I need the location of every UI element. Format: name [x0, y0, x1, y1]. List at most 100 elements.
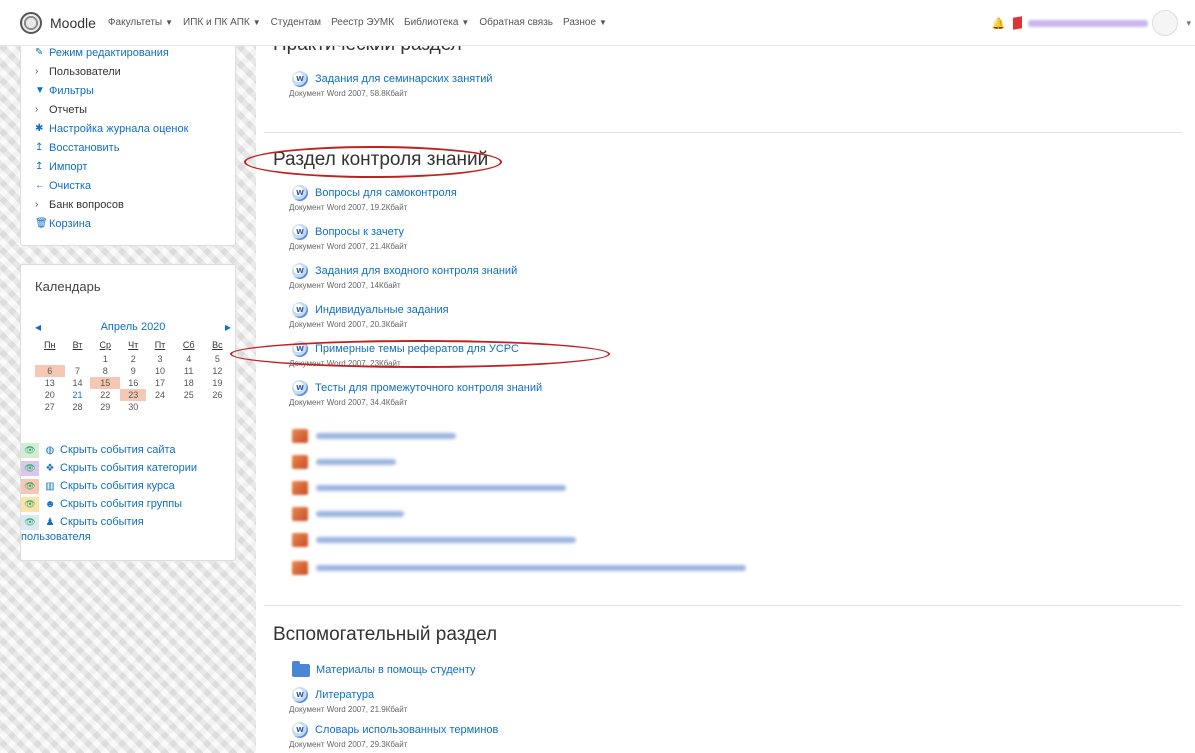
messages-flag-icon[interactable] — [1013, 16, 1023, 30]
calendar-day[interactable]: 7 — [65, 365, 91, 377]
notification-bell-icon[interactable]: 🔔 — [992, 17, 1006, 30]
calendar-day[interactable]: 30 — [120, 401, 146, 413]
activity-link[interactable]: Словарь использованных терминов — [315, 724, 498, 736]
admin-menu-item[interactable]: ↥ Импорт — [35, 157, 225, 176]
admin-menu-item[interactable]: › Отчеты — [35, 100, 225, 119]
calendar-day[interactable]: 8 — [90, 365, 120, 377]
avatar[interactable] — [1152, 10, 1179, 36]
calendar-day[interactable]: 10 — [146, 365, 173, 377]
calendar-month-link[interactable]: Апрель 2020 — [101, 321, 166, 333]
event-filter-item[interactable]: 👁 ☻ Скрыть события группы — [21, 495, 237, 513]
calendar-day[interactable]: 29 — [90, 401, 120, 413]
admin-menu-item[interactable]: ▼ Фильтры — [35, 81, 225, 100]
activity-link[interactable]: Примерные темы рефератов для УСРС — [315, 343, 519, 355]
resource-activity[interactable]: W Примерные темы рефератов для УСРС Докуме… — [289, 340, 519, 368]
weekday-header: Пт — [154, 340, 166, 350]
calendar-day[interactable]: 19 — [204, 377, 231, 389]
event-filter-item[interactable]: 👁 ▥ Скрыть события курса — [21, 477, 237, 495]
admin-menu-item[interactable]: › Банк вопросов — [35, 195, 225, 214]
calendar-day[interactable]: 14 — [65, 377, 91, 389]
quiz-icon — [292, 481, 308, 495]
nav-menu-item[interactable]: Библиотека ▼ — [404, 17, 469, 28]
activity-link[interactable]: Задания для семинарских занятий — [315, 73, 493, 85]
activity-link[interactable]: Задания для входного контроля знаний — [315, 265, 517, 277]
eye-icon[interactable]: 👁 — [21, 442, 39, 458]
nav-menu-item[interactable]: Разное ▼ — [563, 17, 607, 28]
admin-menu-item[interactable]: 🗑 Корзина — [35, 214, 225, 233]
folder-link[interactable]: Материалы в помощь студенту — [316, 664, 476, 676]
nav-menu-item[interactable]: Реестр ЭУМК — [331, 17, 394, 28]
event-filter-item[interactable]: 👁 ♟ Скрыть события — [21, 513, 237, 531]
user-icon: ♟ — [45, 516, 55, 528]
nav-menu-item[interactable]: Факультеты ▼ — [108, 17, 173, 28]
calendar-day[interactable]: 12 — [204, 365, 231, 377]
calendar-day[interactable]: 22 — [90, 389, 120, 401]
hidden-activity[interactable] — [292, 506, 404, 522]
calendar-day[interactable]: 25 — [174, 389, 204, 401]
prev-month-icon[interactable]: ◂ — [35, 320, 41, 334]
hidden-activity[interactable] — [292, 428, 456, 444]
activity-link[interactable]: Индивидуальные задания — [315, 304, 449, 316]
calendar-day[interactable]: 2 — [120, 353, 146, 365]
resource-activity[interactable]: W Вопросы для самоконтроля Документ Word 2… — [289, 184, 457, 212]
admin-menu-item[interactable]: ✱ Настройка журнала оценок — [35, 119, 225, 138]
calendar-day[interactable]: 13 — [35, 377, 65, 389]
calendar-day[interactable]: 23 — [120, 389, 147, 401]
activity-link[interactable]: Вопросы для самоконтроля — [315, 187, 457, 199]
calendar-day[interactable]: 6 — [35, 365, 65, 377]
resource-activity[interactable]: W Задания для входного контроля знаний Док… — [289, 262, 517, 290]
calendar-day[interactable]: 15 — [90, 377, 121, 389]
calendar-day[interactable]: 9 — [120, 365, 146, 377]
calendar-day[interactable]: 16 — [120, 377, 146, 389]
calendar-day[interactable]: 17 — [146, 377, 173, 389]
calendar-day — [174, 401, 204, 413]
eye-icon[interactable]: 👁 — [21, 478, 39, 494]
resource-activity[interactable]: W Вопросы к зачету Документ Word 2007, 21.… — [289, 223, 407, 251]
event-filter-item[interactable]: 👁 ◍ Скрыть события сайта — [21, 441, 237, 459]
calendar-day[interactable]: 27 — [35, 401, 65, 413]
calendar-day[interactable]: 5 — [204, 353, 231, 365]
hidden-activity[interactable] — [292, 480, 566, 496]
eye-icon[interactable]: 👁 — [21, 514, 39, 530]
activity-link[interactable]: Вопросы к зачету — [315, 226, 404, 238]
eye-icon[interactable]: 👁 — [21, 496, 39, 512]
resource-activity[interactable]: W Задания для семинарских занятий Документ… — [289, 70, 493, 98]
calendar-day[interactable]: 20 — [35, 389, 65, 401]
event-filter-label-wrap[interactable]: пользователя — [21, 531, 237, 543]
calendar-day[interactable]: 26 — [204, 389, 231, 401]
next-month-icon[interactable]: ▸ — [225, 320, 231, 334]
folder-activity[interactable]: Материалы в помощь студенту — [292, 660, 476, 679]
admin-menu-item[interactable]: ↥ Восстановить — [35, 138, 225, 157]
filter-icon: ▼ — [35, 85, 45, 96]
hidden-activity[interactable] — [292, 454, 396, 470]
calendar-day[interactable]: 11 — [174, 365, 204, 377]
resource-activity[interactable]: W Литература Документ Word 2007, 21.9Кбайт — [289, 686, 407, 714]
calendar-day[interactable]: 4 — [174, 353, 204, 365]
resource-activity[interactable]: W Индивидуальные задания Документ Word 200… — [289, 301, 449, 329]
activity-link[interactable]: Тесты для промежуточного контроля знаний — [315, 382, 542, 394]
admin-menu-item[interactable]: › Пользователи — [35, 62, 225, 81]
event-filter-item[interactable]: 👁 ❖ Скрыть события категории — [21, 459, 237, 477]
nav-menu-item[interactable]: Обратная связь — [479, 17, 553, 28]
calendar-day[interactable]: 1 — [90, 353, 120, 365]
activity-link[interactable]: Литература — [315, 689, 374, 701]
brand-name[interactable]: Moodle — [50, 15, 96, 31]
calendar-day[interactable]: 24 — [146, 389, 173, 401]
admin-menu-label: Очистка — [49, 179, 92, 192]
calendar-day[interactable]: 28 — [65, 401, 91, 413]
site-logo-icon[interactable] — [20, 11, 42, 34]
resource-activity[interactable]: W Тесты для промежуточного контроля знани… — [289, 379, 542, 407]
calendar-day[interactable]: 21 — [65, 389, 91, 401]
hidden-activity[interactable] — [292, 532, 576, 548]
admin-menu-item[interactable]: ← Очистка — [35, 176, 225, 195]
eye-icon[interactable]: 👁 — [21, 460, 39, 476]
calendar-day[interactable]: 18 — [174, 377, 204, 389]
calendar-day[interactable]: 3 — [146, 353, 173, 365]
nav-menu-item[interactable]: Студентам — [271, 17, 321, 28]
resource-activity[interactable]: W Словарь использованных терминов Документ… — [289, 721, 498, 749]
admin-menu-label: Фильтры — [49, 84, 94, 97]
user-name-blurred[interactable] — [1028, 19, 1149, 27]
hidden-activity[interactable] — [292, 560, 746, 576]
chevron-down-icon[interactable]: ▾ — [1186, 18, 1191, 29]
nav-menu-item[interactable]: ИПК и ПК АПК ▼ — [183, 17, 261, 28]
